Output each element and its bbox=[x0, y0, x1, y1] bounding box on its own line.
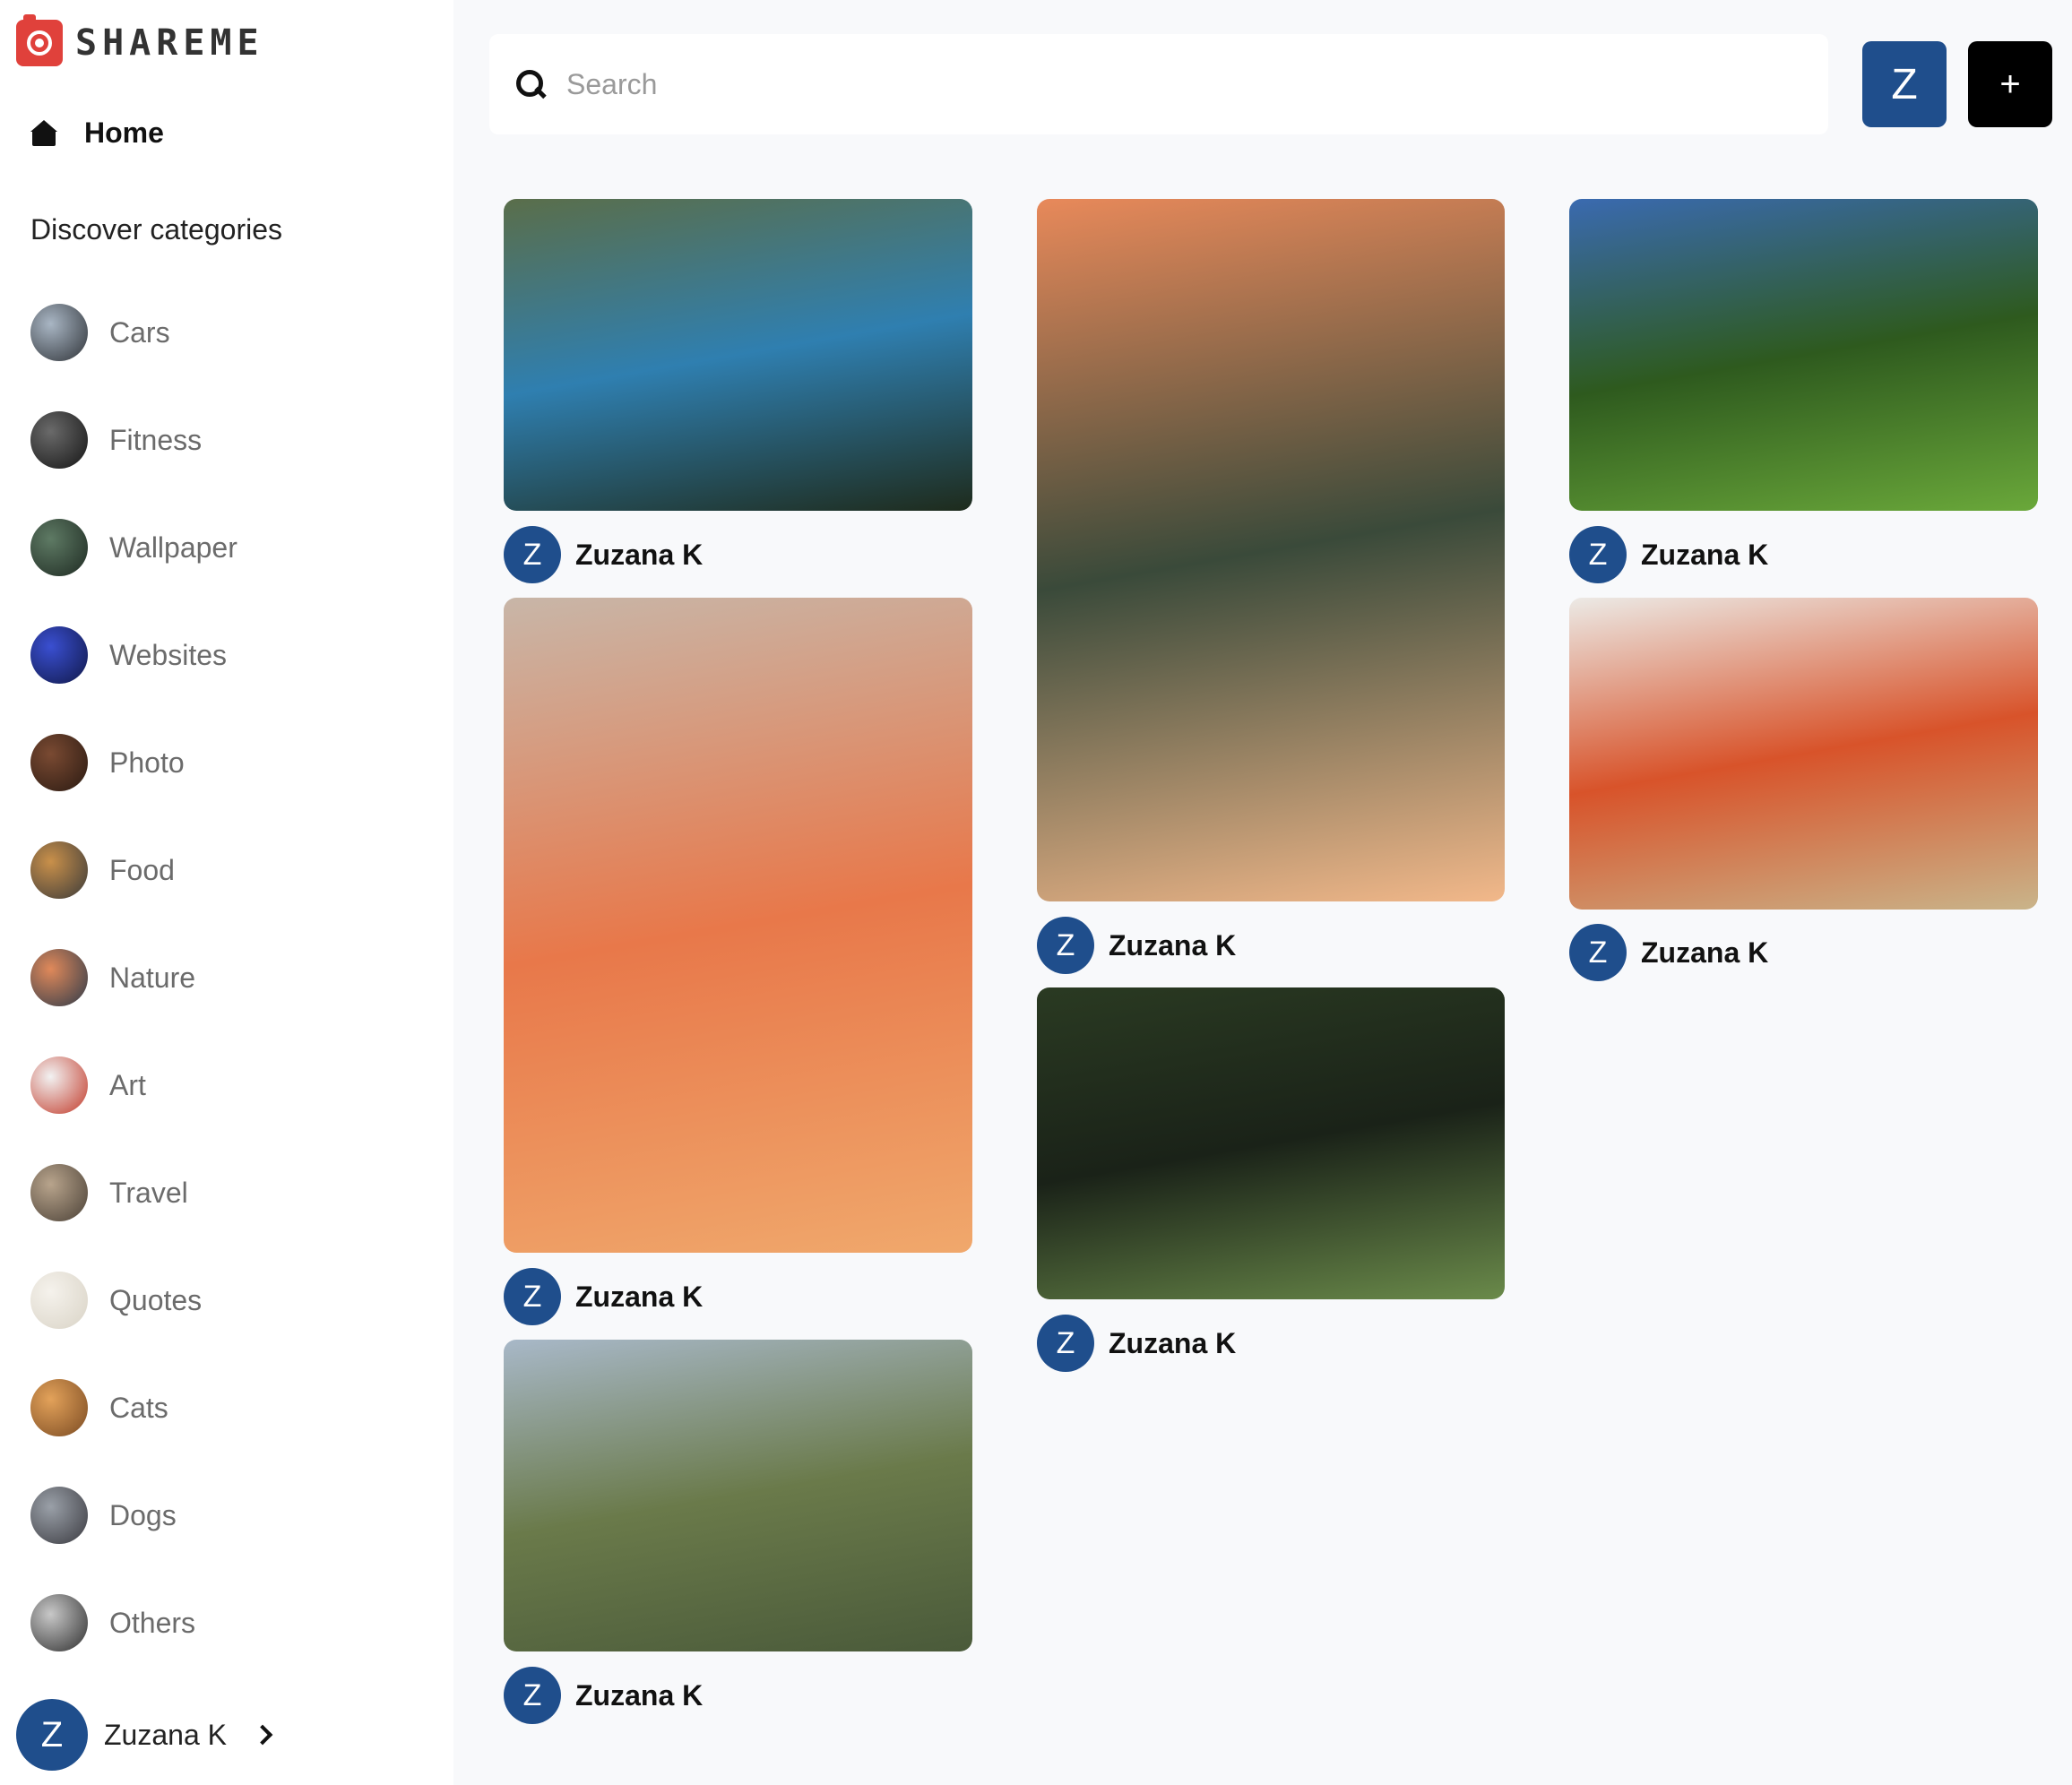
category-thumbnail bbox=[30, 1164, 88, 1221]
camera-logo-icon bbox=[16, 14, 63, 66]
category-item-fitness[interactable]: Fitness bbox=[30, 411, 237, 469]
avatar: Z bbox=[1569, 526, 1627, 583]
avatar: Z bbox=[504, 526, 561, 583]
category-thumbnail bbox=[30, 1379, 88, 1436]
author-name: Zuzana K bbox=[575, 1280, 704, 1313]
category-item-cats[interactable]: Cats bbox=[30, 1379, 237, 1436]
sidebar: SHAREME Home Discover categories Cars Fi… bbox=[0, 0, 453, 1785]
profile-link[interactable]: Z Zuzana K bbox=[16, 1699, 273, 1771]
category-label: Cats bbox=[109, 1391, 168, 1424]
category-list: Cars Fitness Wallpaper Websites Photo Fo… bbox=[30, 304, 237, 1702]
discover-categories-heading: Discover categories bbox=[30, 213, 282, 246]
pin-image[interactable] bbox=[504, 199, 972, 511]
category-item-dogs[interactable]: Dogs bbox=[30, 1487, 237, 1544]
pin-image[interactable] bbox=[504, 1340, 972, 1651]
home-icon bbox=[30, 119, 57, 147]
category-thumbnail bbox=[30, 626, 88, 684]
search-icon bbox=[514, 68, 547, 100]
author-name: Zuzana K bbox=[575, 1678, 704, 1712]
pin-author[interactable]: Z Zuzana K bbox=[504, 1268, 703, 1325]
category-item-nature[interactable]: Nature bbox=[30, 949, 237, 1006]
category-item-cars[interactable]: Cars bbox=[30, 304, 237, 361]
user-profile-button[interactable]: Z bbox=[1862, 41, 1947, 127]
category-item-photo[interactable]: Photo bbox=[30, 734, 237, 791]
app-logo[interactable]: SHAREME bbox=[16, 14, 264, 66]
pin-author[interactable]: Z Zuzana K bbox=[1037, 1315, 1236, 1372]
category-thumbnail bbox=[30, 841, 88, 899]
category-label: Travel bbox=[109, 1176, 188, 1209]
category-item-food[interactable]: Food bbox=[30, 841, 237, 899]
category-thumbnail bbox=[30, 304, 88, 361]
avatar: Z bbox=[504, 1667, 561, 1724]
category-label: Wallpaper bbox=[109, 530, 237, 564]
category-item-quotes[interactable]: Quotes bbox=[30, 1272, 237, 1329]
avatar: Z bbox=[1569, 924, 1627, 981]
avatar: Z bbox=[504, 1268, 561, 1325]
avatar: Z bbox=[1037, 1315, 1094, 1372]
avatar: Z bbox=[1037, 917, 1094, 974]
category-thumbnail bbox=[30, 949, 88, 1006]
category-label: Nature bbox=[109, 961, 196, 994]
chevron-right-icon bbox=[252, 1724, 273, 1746]
category-item-others[interactable]: Others bbox=[30, 1594, 237, 1651]
pin-image[interactable] bbox=[1037, 199, 1505, 901]
author-name: Zuzana K bbox=[1109, 928, 1237, 961]
profile-name: Zuzana K bbox=[104, 1718, 227, 1751]
author-name: Zuzana K bbox=[1641, 936, 1769, 969]
pin-author[interactable]: Z Zuzana K bbox=[504, 526, 703, 583]
search-bar[interactable] bbox=[489, 34, 1828, 134]
category-item-art[interactable]: Art bbox=[30, 1056, 237, 1114]
category-thumbnail bbox=[30, 1594, 88, 1651]
search-input[interactable] bbox=[566, 67, 1803, 101]
pin-author[interactable]: Z Zuzana K bbox=[1569, 526, 1768, 583]
category-label: Photo bbox=[109, 746, 185, 779]
pin-image[interactable] bbox=[1037, 987, 1505, 1299]
create-pin-button[interactable]: + bbox=[1968, 41, 2052, 127]
category-label: Dogs bbox=[109, 1498, 177, 1531]
category-thumbnail bbox=[30, 519, 88, 576]
pin-author[interactable]: Z Zuzana K bbox=[1569, 924, 1768, 981]
category-item-travel[interactable]: Travel bbox=[30, 1164, 237, 1221]
avatar: Z bbox=[16, 1699, 88, 1771]
pin-image[interactable] bbox=[1569, 199, 2038, 511]
nav-home-label: Home bbox=[84, 116, 164, 149]
category-label: Food bbox=[109, 853, 175, 886]
nav-home-link[interactable]: Home bbox=[30, 116, 164, 150]
author-name: Zuzana K bbox=[1641, 538, 1769, 571]
pin-author[interactable]: Z Zuzana K bbox=[1037, 917, 1236, 974]
category-label: Websites bbox=[109, 638, 228, 671]
category-item-websites[interactable]: Websites bbox=[30, 626, 237, 684]
category-thumbnail bbox=[30, 1056, 88, 1114]
category-thumbnail bbox=[30, 1487, 88, 1544]
category-label: Fitness bbox=[109, 423, 203, 456]
app-name: SHAREME bbox=[75, 22, 264, 64]
category-thumbnail bbox=[30, 411, 88, 469]
author-name: Zuzana K bbox=[1109, 1326, 1237, 1359]
category-thumbnail bbox=[30, 734, 88, 791]
category-label: Quotes bbox=[109, 1283, 203, 1316]
category-thumbnail bbox=[30, 1272, 88, 1329]
pin-author[interactable]: Z Zuzana K bbox=[504, 1667, 703, 1724]
category-label: Cars bbox=[109, 315, 170, 349]
category-label: Art bbox=[109, 1068, 146, 1101]
author-name: Zuzana K bbox=[575, 538, 704, 571]
category-label: Others bbox=[109, 1606, 196, 1639]
pin-image[interactable] bbox=[1569, 598, 2038, 910]
pin-image[interactable] bbox=[504, 598, 972, 1253]
category-item-wallpaper[interactable]: Wallpaper bbox=[30, 519, 237, 576]
